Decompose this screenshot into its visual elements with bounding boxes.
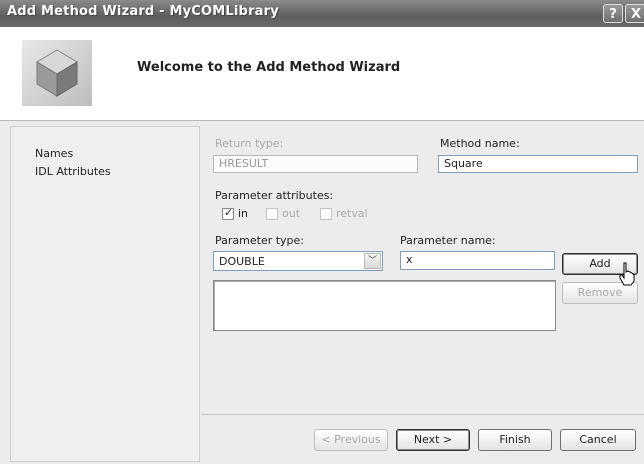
close-icon: X xyxy=(630,7,642,22)
wizard-header: Welcome to the Add Method Wizard xyxy=(0,27,644,121)
cancel-button[interactable]: Cancel xyxy=(560,429,636,451)
retval-checkbox xyxy=(320,208,332,220)
parameter-list[interactable] xyxy=(213,280,556,331)
window-title: Add Method Wizard - MyCOMLibrary xyxy=(7,4,279,19)
hand-cursor-icon xyxy=(619,262,635,286)
close-button[interactable]: X xyxy=(625,4,644,23)
wizard-nav: Names IDL Attributes xyxy=(10,126,200,462)
retval-label: retval xyxy=(336,207,368,220)
method-name-field[interactable]: Square xyxy=(438,155,638,173)
wizard-heading: Welcome to the Add Method Wizard xyxy=(137,60,401,75)
in-checkbox[interactable]: ✓ xyxy=(222,206,234,220)
add-method-wizard-window: Add Method Wizard - MyCOMLibrary ? X Wel… xyxy=(0,0,644,464)
title-bar: Add Method Wizard - MyCOMLibrary ? X xyxy=(0,0,644,27)
parameter-name-field[interactable]: x xyxy=(400,251,555,270)
footer-divider xyxy=(201,414,644,415)
wizard-cube-icon xyxy=(22,40,92,106)
parameter-name-label: Parameter name: xyxy=(400,234,496,247)
out-label: out xyxy=(282,207,301,220)
out-checkbox xyxy=(266,208,278,220)
help-icon: ? xyxy=(609,7,617,22)
parameter-type-value: DOUBLE xyxy=(219,255,265,268)
parameter-type-dropdown[interactable]: DOUBLE ﹀ xyxy=(213,251,383,271)
previous-button: < Previous xyxy=(314,429,388,451)
in-label: in xyxy=(238,207,249,220)
parameter-type-label: Parameter type: xyxy=(215,234,305,247)
method-name-label: Method name: xyxy=(440,137,520,150)
nav-item-names[interactable]: Names xyxy=(35,147,73,160)
nav-item-idl-attributes[interactable]: IDL Attributes xyxy=(35,165,111,178)
return-type-label: Return type: xyxy=(215,137,284,150)
dropdown-arrow-button[interactable]: ﹀ xyxy=(364,253,381,269)
chevron-down-icon: ﹀ xyxy=(368,256,378,266)
help-button[interactable]: ? xyxy=(603,4,623,23)
next-button[interactable]: Next > xyxy=(396,429,470,451)
parameter-attributes-label: Parameter attributes: xyxy=(215,189,334,202)
checkmark-icon: ✓ xyxy=(224,206,234,219)
finish-button[interactable]: Finish xyxy=(478,429,552,451)
return-type-field: HRESULT xyxy=(213,155,418,173)
